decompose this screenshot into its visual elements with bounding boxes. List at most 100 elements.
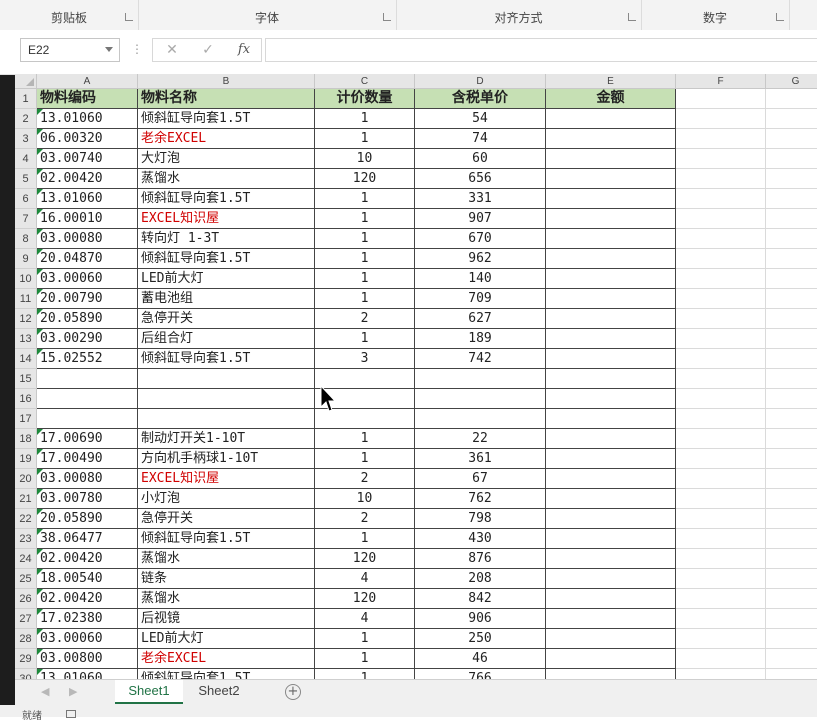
grid-cell[interactable] <box>766 169 817 189</box>
header-cell[interactable]: 计价数量 <box>315 89 415 109</box>
row-header[interactable]: 19 <box>15 449 37 469</box>
table-cell-code[interactable]: 03.00060 <box>37 629 138 649</box>
column-header[interactable]: E <box>546 74 676 89</box>
grid-cell[interactable] <box>766 249 817 269</box>
table-cell-code[interactable] <box>37 409 138 429</box>
table-cell-qty[interactable]: 2 <box>315 309 415 329</box>
table-cell-name[interactable]: 转向灯 1-3T <box>138 229 315 249</box>
grid-cell[interactable] <box>676 129 766 149</box>
table-cell-amount[interactable] <box>546 149 676 169</box>
row-header[interactable]: 4 <box>15 149 37 169</box>
table-cell-code[interactable]: 20.00790 <box>37 289 138 309</box>
error-indicator-icon[interactable] <box>37 269 43 275</box>
grid-cell[interactable] <box>676 189 766 209</box>
grid-cell[interactable] <box>766 669 817 679</box>
tab-sheet2[interactable]: Sheet2 <box>185 680 253 704</box>
grid-cell[interactable] <box>676 569 766 589</box>
error-indicator-icon[interactable] <box>37 469 43 475</box>
grid-cell[interactable] <box>676 389 766 409</box>
table-cell-amount[interactable] <box>546 209 676 229</box>
row-header[interactable]: 8 <box>15 229 37 249</box>
row-header[interactable]: 28 <box>15 629 37 649</box>
table-cell-code[interactable]: 03.00290 <box>37 329 138 349</box>
header-cell[interactable]: 物料名称 <box>138 89 315 109</box>
table-cell-price[interactable]: 250 <box>415 629 546 649</box>
dialog-launcher-icon[interactable] <box>125 13 133 21</box>
row-header[interactable]: 27 <box>15 609 37 629</box>
row-header[interactable]: 25 <box>15 569 37 589</box>
table-cell-code[interactable]: 20.05890 <box>37 509 138 529</box>
row-header[interactable]: 17 <box>15 409 37 429</box>
table-cell-amount[interactable] <box>546 169 676 189</box>
table-cell-name[interactable]: 蒸馏水 <box>138 169 315 189</box>
table-cell-code[interactable]: 03.00740 <box>37 149 138 169</box>
table-cell-qty[interactable]: 1 <box>315 109 415 129</box>
grid-cell[interactable] <box>766 269 817 289</box>
table-cell-amount[interactable] <box>546 249 676 269</box>
grid-cell[interactable] <box>676 469 766 489</box>
error-indicator-icon[interactable] <box>37 169 43 175</box>
row-header[interactable]: 30 <box>15 669 37 679</box>
grid-cell[interactable] <box>676 329 766 349</box>
grid-cell[interactable] <box>676 289 766 309</box>
table-cell-code[interactable]: 02.00420 <box>37 169 138 189</box>
row-header[interactable]: 10 <box>15 269 37 289</box>
error-indicator-icon[interactable] <box>37 249 43 255</box>
table-cell-code[interactable]: 13.01060 <box>37 669 138 679</box>
error-indicator-icon[interactable] <box>37 329 43 335</box>
table-cell-amount[interactable] <box>546 129 676 149</box>
table-cell-price[interactable]: 189 <box>415 329 546 349</box>
select-all-button[interactable] <box>15 74 37 89</box>
error-indicator-icon[interactable] <box>37 629 43 635</box>
table-cell-price[interactable]: 54 <box>415 109 546 129</box>
table-cell-code[interactable] <box>37 369 138 389</box>
dialog-launcher-icon[interactable] <box>383 13 391 21</box>
table-cell-price[interactable]: 22 <box>415 429 546 449</box>
grid-cell[interactable] <box>676 669 766 679</box>
add-sheet-button[interactable]: + <box>285 684 301 700</box>
column-header[interactable]: B <box>138 74 315 89</box>
table-cell-qty[interactable]: 10 <box>315 149 415 169</box>
error-indicator-icon[interactable] <box>37 669 43 675</box>
grid-cell[interactable] <box>766 389 817 409</box>
grid-cell[interactable] <box>766 489 817 509</box>
table-cell-qty[interactable]: 1 <box>315 669 415 679</box>
row-header[interactable]: 11 <box>15 289 37 309</box>
grid-cell[interactable] <box>676 629 766 649</box>
error-indicator-icon[interactable] <box>37 589 43 595</box>
header-cell[interactable]: 含税单价 <box>415 89 546 109</box>
table-cell-name[interactable]: EXCEL知识屋 <box>138 209 315 229</box>
error-indicator-icon[interactable] <box>37 649 43 655</box>
table-cell-qty[interactable]: 1 <box>315 429 415 449</box>
table-cell-code[interactable]: 03.00800 <box>37 649 138 669</box>
grid-cell[interactable] <box>766 89 817 109</box>
table-cell-amount[interactable] <box>546 309 676 329</box>
error-indicator-icon[interactable] <box>37 289 43 295</box>
table-cell-amount[interactable] <box>546 109 676 129</box>
row-header[interactable]: 26 <box>15 589 37 609</box>
grid-cell[interactable] <box>766 549 817 569</box>
table-cell-name[interactable]: 小灯泡 <box>138 489 315 509</box>
row-header[interactable]: 6 <box>15 189 37 209</box>
row-header[interactable]: 15 <box>15 369 37 389</box>
table-cell-qty[interactable]: 1 <box>315 289 415 309</box>
dialog-launcher-icon[interactable] <box>628 13 636 21</box>
table-cell-qty[interactable]: 120 <box>315 169 415 189</box>
table-cell-code[interactable]: 03.00080 <box>37 469 138 489</box>
error-indicator-icon[interactable] <box>37 309 43 315</box>
error-indicator-icon[interactable] <box>37 449 43 455</box>
table-cell-qty[interactable]: 1 <box>315 269 415 289</box>
row-header[interactable]: 16 <box>15 389 37 409</box>
error-indicator-icon[interactable] <box>37 529 43 535</box>
grid-cell[interactable] <box>676 489 766 509</box>
row-header[interactable]: 18 <box>15 429 37 449</box>
table-cell-code[interactable]: 06.00320 <box>37 129 138 149</box>
grid-cell[interactable] <box>766 589 817 609</box>
table-cell-price[interactable]: 140 <box>415 269 546 289</box>
table-cell-name[interactable]: EXCEL知识屋 <box>138 469 315 489</box>
row-header[interactable]: 29 <box>15 649 37 669</box>
table-cell-amount[interactable] <box>546 229 676 249</box>
row-header[interactable]: 3 <box>15 129 37 149</box>
tab-sheet1[interactable]: Sheet1 <box>115 680 183 704</box>
table-cell-price[interactable]: 430 <box>415 529 546 549</box>
